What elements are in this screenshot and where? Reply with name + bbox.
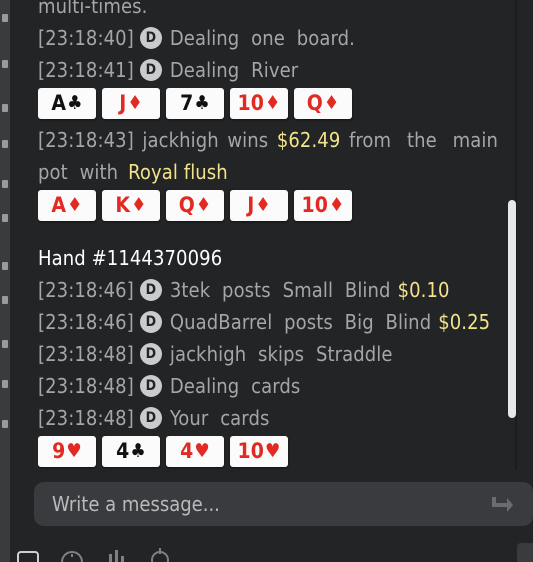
background-app-edge: [0, 0, 10, 562]
log-timestamp: [23:18:48]: [38, 374, 134, 398]
log-timestamp: [23:18:43]: [38, 128, 134, 152]
card-rank: A: [51, 193, 67, 217]
card-rank: 9: [52, 439, 66, 463]
winning-cards: A ♦ K ♦ Q ♦ J ♦ 10 ♦: [38, 190, 498, 228]
log-text: Dealing one board.: [169, 26, 355, 50]
playing-card: 7 ♣: [166, 88, 224, 119]
message-composer: [34, 482, 533, 526]
log-timestamp: [23:18:48]: [38, 406, 134, 430]
card-rank: 10: [301, 193, 329, 217]
info-icon[interactable]: [60, 542, 84, 562]
dealer-icon: D: [139, 343, 162, 365]
log-line-win-cont: pot with Royal flush: [38, 156, 498, 188]
chat-icon[interactable]: [16, 542, 40, 562]
log-timestamp: [23:18:41]: [38, 58, 134, 82]
playing-card: J ♦: [230, 190, 288, 221]
playing-card: A ♣: [38, 88, 96, 119]
dealer-icon: D: [139, 59, 162, 81]
log-line: [23:18:46] D 3tek posts Small Blind $0.10: [38, 274, 498, 306]
card-rank: J: [119, 91, 127, 115]
log-text: Your cards: [169, 406, 270, 430]
log-text: Dealing cards: [169, 374, 301, 398]
winner-name: jackhigh: [142, 128, 219, 152]
playing-card: K ♦: [102, 190, 160, 221]
log-amount: $0.10: [397, 278, 450, 302]
your-cards: 9 ♥ 4 ♣ 4 ♥ 10 ♥: [38, 436, 498, 470]
playing-card: Q ♦: [294, 88, 352, 119]
card-rank: Q: [178, 193, 195, 217]
playing-card: 9 ♥: [38, 436, 96, 467]
message-input[interactable]: [52, 492, 489, 516]
chat-log: multi-times. [23:18:40] D Dealing one boar…: [38, 0, 498, 470]
playing-card: 10 ♦: [294, 190, 352, 221]
send-arrow-icon[interactable]: [489, 493, 515, 515]
playing-card: A ♦: [38, 190, 96, 221]
log-text: 3tek posts Small Blind: [169, 278, 391, 302]
win-amount: $62.49: [276, 128, 341, 152]
card-suit-icon: ♣: [130, 440, 146, 462]
card-rank: 7: [180, 91, 194, 115]
log-text: Dealing River: [169, 58, 299, 82]
corner-button[interactable]: [517, 543, 533, 562]
chat-scrollbar[interactable]: [508, 200, 516, 418]
hand-title: Hand #1144370096: [38, 246, 223, 270]
playing-card: 4 ♥: [166, 436, 224, 467]
dealer-icon: D: [139, 407, 162, 429]
card-rank: K: [115, 193, 131, 217]
log-text: jackhigh skips Straddle: [169, 342, 393, 366]
card-rank: 4: [180, 439, 194, 463]
card-rank: 10: [237, 91, 265, 115]
log-timestamp: [23:18:40]: [38, 26, 134, 50]
dealer-icon: D: [139, 375, 162, 397]
log-line: [23:18:48] D Your cards: [38, 402, 498, 434]
card-suit-icon: ♦: [265, 92, 281, 114]
card-rank: A: [51, 91, 67, 115]
bottom-toolbar: [10, 540, 533, 562]
card-rank: J: [247, 193, 255, 217]
log-timestamp: [23:18:48]: [38, 342, 134, 366]
card-suit-icon: ♦: [195, 194, 212, 216]
card-suit-icon: ♥: [194, 440, 210, 462]
log-line: [23:18:48] Djackhigh skips Straddle: [38, 338, 498, 370]
card-suit-icon: ♦: [323, 92, 340, 114]
card-suit-icon: ♦: [255, 194, 271, 216]
log-timestamp: [23:18:46]: [38, 310, 134, 334]
log-line-partial: multi-times.: [38, 0, 498, 22]
card-suit-icon: ♦: [329, 194, 345, 216]
card-suit-icon: ♦: [131, 194, 147, 216]
playing-card: J ♦: [102, 88, 160, 119]
log-timestamp: [23:18:46]: [38, 278, 134, 302]
playing-card: 10 ♦: [230, 88, 288, 119]
card-suit-icon: ♥: [265, 440, 281, 462]
dealer-icon: D: [139, 27, 162, 49]
card-rank: 10: [237, 439, 265, 463]
stats-icon[interactable]: [104, 542, 128, 562]
board-cards: A ♣ J ♦ 7 ♣ 10 ♦ Q ♦: [38, 88, 498, 126]
log-text: multi-times.: [38, 0, 148, 18]
card-rank: 4: [116, 439, 130, 463]
log-amount: $0.25: [438, 310, 491, 334]
card-suit-icon: ♦: [67, 194, 83, 216]
card-suit-icon: ♣: [194, 92, 210, 114]
winning-hand: Royal flush: [128, 160, 228, 184]
log-line: [23:18:46] D QuadBarrel posts Big Blind $0.…: [38, 306, 498, 338]
playing-card: 10 ♥: [230, 436, 288, 467]
log-line: [23:18:48] D Dealing cards: [38, 370, 498, 402]
card-suit-icon: ♥: [66, 440, 82, 462]
playing-card: Q ♦: [166, 190, 224, 221]
card-suit-icon: ♣: [67, 92, 83, 114]
win-text: from the main: [348, 128, 498, 152]
dealer-icon: D: [139, 279, 162, 301]
card-rank: Q: [306, 91, 323, 115]
win-text-cont: pot with: [38, 160, 119, 184]
target-icon[interactable]: [148, 542, 172, 562]
win-verb: wins: [227, 128, 269, 152]
dealer-icon: D: [139, 311, 162, 333]
card-suit-icon: ♦: [127, 92, 143, 114]
playing-card: 4 ♣: [102, 436, 160, 467]
log-text: QuadBarrel posts Big Blind: [169, 310, 432, 334]
log-line: [23:18:40] D Dealing one board.: [38, 22, 498, 54]
log-line-win: [23:18:43] jackhigh wins $62.49 from the…: [38, 124, 498, 156]
log-line: [23:18:41] D Dealing River: [38, 54, 498, 86]
